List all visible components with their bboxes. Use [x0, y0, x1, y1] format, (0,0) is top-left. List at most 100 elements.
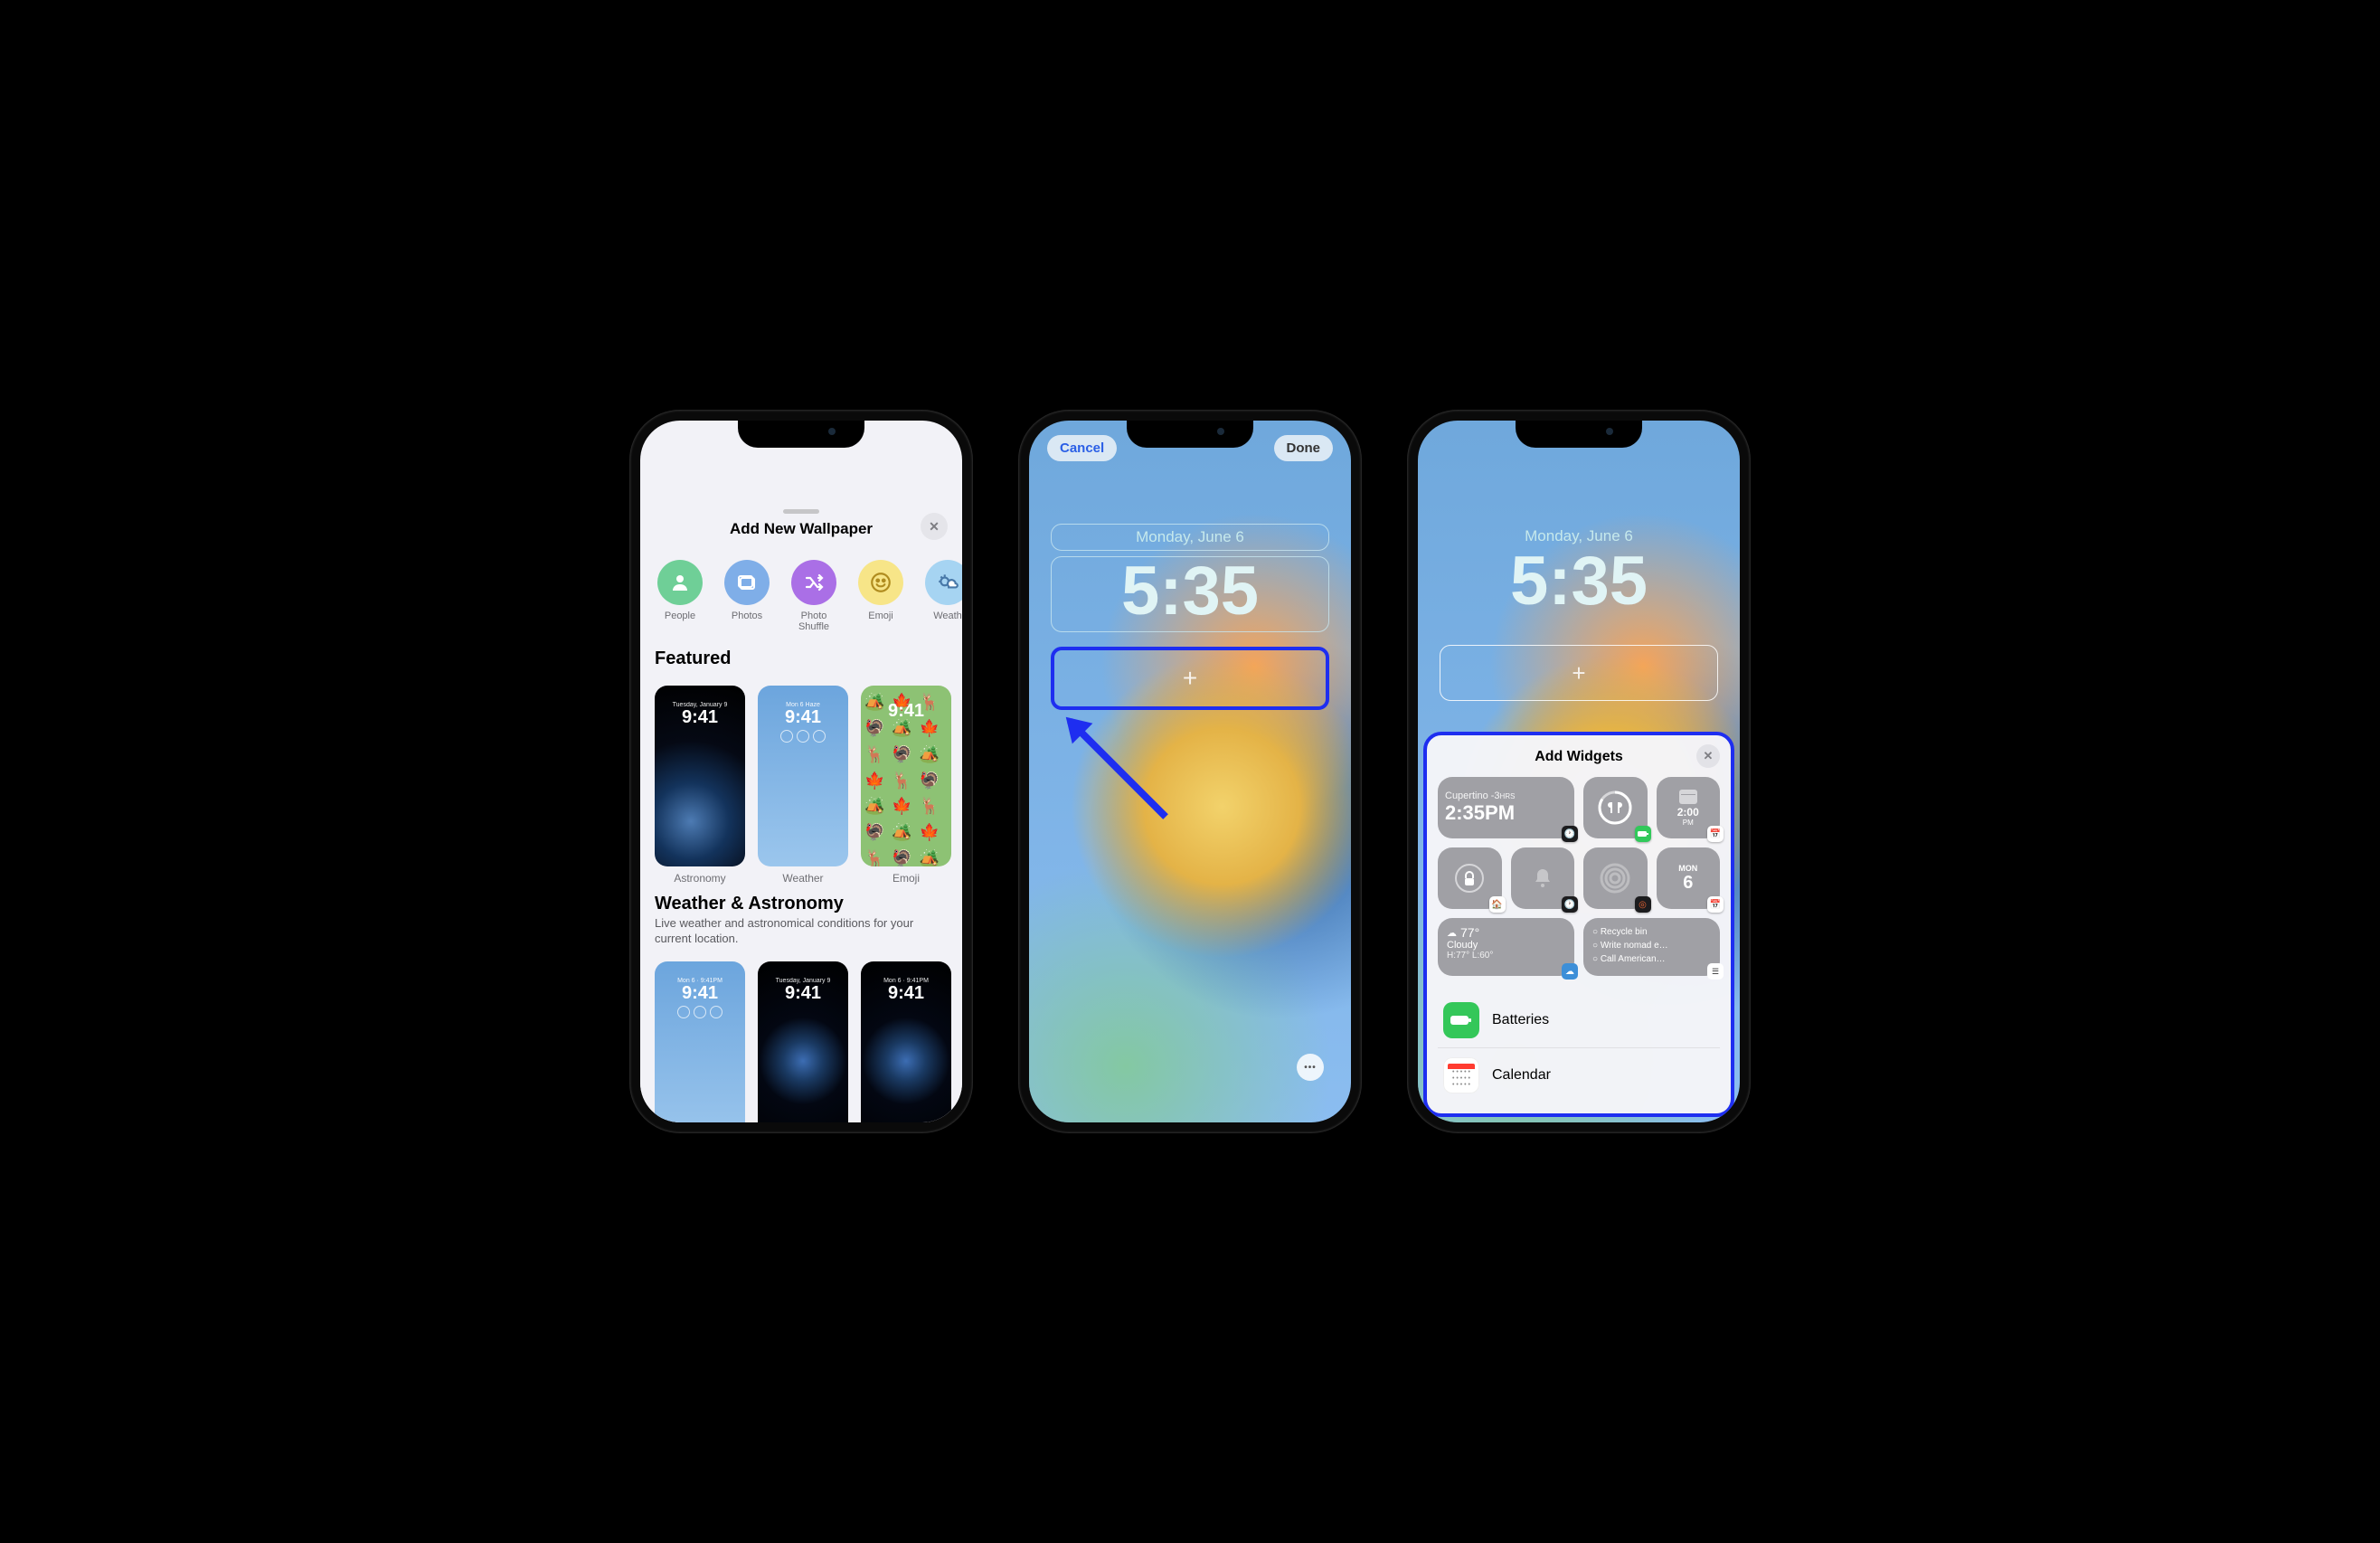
- weather-temp: 77°: [1460, 925, 1479, 940]
- category-photos[interactable]: Photos: [720, 560, 774, 632]
- rings-icon: [1599, 862, 1631, 895]
- widget-fitness[interactable]: ◎: [1583, 847, 1648, 909]
- thumb-date: Mon 6 · 9:41PM: [655, 978, 745, 984]
- thumb-preview: 9:41: [861, 686, 951, 866]
- cal-small-time: 2:00: [1677, 806, 1699, 819]
- phone-1-screen: Add New Wallpaper ✕ People Photos: [640, 421, 962, 1122]
- thumb-wa-2[interactable]: Tuesday, January 9 9:41: [758, 961, 848, 1122]
- widget-home-lock[interactable]: 🏠: [1438, 847, 1502, 909]
- featured-heading: Featured: [655, 648, 948, 669]
- calendar-icon: [1679, 790, 1697, 804]
- thumb-label: Weather: [782, 872, 823, 885]
- category-people[interactable]: People: [653, 560, 707, 632]
- widget-reminders[interactable]: ○ Recycle bin ○ Write nomad e… ○ Call Am…: [1583, 918, 1720, 976]
- cancel-button[interactable]: Cancel: [1047, 435, 1117, 461]
- notch-camera: [1217, 428, 1224, 435]
- thumb-preview: Mon 6 · 9:41PM 9:41: [655, 961, 745, 1122]
- shuffle-icon: [791, 560, 836, 605]
- thumb-weather[interactable]: Mon 6 Haze 9:41 Weather: [758, 686, 848, 885]
- add-widget-slot[interactable]: +: [1440, 645, 1718, 701]
- sheet-header: Add New Wallpaper ✕: [640, 513, 962, 545]
- thumb-wa-1[interactable]: Mon 6 · 9:41PM 9:41: [655, 961, 745, 1122]
- reminder-item: ○ Call American…: [1592, 952, 1711, 966]
- close-icon: ✕: [929, 519, 940, 535]
- add-widgets-panel: Add Widgets ✕ Cupertino -3HRS 2:35PM 🕐: [1423, 732, 1734, 1117]
- batteries-app-icon: [1635, 826, 1651, 842]
- close-icon: ✕: [1704, 749, 1714, 763]
- phone-3-screen: Monday, June 6 5:35 + Add Widgets ✕ Cupe…: [1418, 421, 1740, 1122]
- plus-icon: +: [1572, 659, 1585, 687]
- bell-icon: [1530, 866, 1555, 891]
- thumb-time: 9:41: [861, 702, 951, 720]
- phone-1-frame: Add New Wallpaper ✕ People Photos: [629, 410, 973, 1133]
- category-label: People: [665, 611, 695, 621]
- more-button[interactable]: •••: [1297, 1054, 1324, 1081]
- category-label: Photos: [732, 611, 762, 621]
- reminder-item: ○ Write nomad e…: [1592, 939, 1711, 952]
- app-row-calendar[interactable]: • • • • •• • • • •• • • • • Calendar: [1438, 1047, 1720, 1103]
- widget-app-list: Batteries • • • • •• • • • •• • • • • Ca…: [1438, 992, 1720, 1103]
- category-weather[interactable]: Weath: [921, 560, 962, 632]
- edit-top-bar: Cancel Done: [1029, 435, 1351, 461]
- thumb-time: 9:41: [655, 984, 745, 1002]
- widget-alarm[interactable]: 🕐: [1511, 847, 1575, 909]
- clock-app-icon: 🕐: [1562, 826, 1578, 842]
- featured-section: Featured: [640, 639, 962, 677]
- emoji-icon: [858, 560, 903, 605]
- sheet-title: Add New Wallpaper: [730, 520, 873, 538]
- app-label: Calendar: [1492, 1067, 1551, 1084]
- thumb-time: 9:41: [861, 984, 951, 1002]
- widget-next-event[interactable]: 2:00 PM 📅: [1657, 777, 1721, 838]
- thumb-preview: Mon 6 Haze 9:41: [758, 686, 848, 866]
- thumb-emoji[interactable]: 9:41 Emoji: [861, 686, 951, 885]
- weather-app-icon: ☁︎: [1562, 963, 1578, 980]
- phone-2-screen: Cancel Done Monday, June 6 5:35 + •••: [1029, 421, 1351, 1122]
- widget-weather-detail[interactable]: ☁︎77° Cloudy H:77° L:60° ☁︎: [1438, 918, 1574, 976]
- home-app-icon: 🏠: [1489, 896, 1506, 913]
- weather-astronomy-section: Weather & Astronomy Live weather and ast…: [640, 885, 962, 952]
- thumb-time: 9:41: [655, 708, 745, 726]
- panel-header: Add Widgets ✕: [1438, 744, 1720, 770]
- widget-world-clock[interactable]: Cupertino -3HRS 2:35PM 🕐: [1438, 777, 1574, 838]
- thumb-date: Mon 6 Haze: [758, 702, 848, 708]
- thumb-time: 9:41: [758, 708, 848, 726]
- lockscreen-time-slot[interactable]: 5:35: [1051, 556, 1329, 632]
- thumb-wa-3[interactable]: Mon 6 · 9:41PM 9:41: [861, 961, 951, 1122]
- thumb-preview: Tuesday, January 9 9:41: [655, 686, 745, 866]
- weather-astronomy-subheading: Live weather and astronomical conditions…: [655, 916, 948, 947]
- app-label: Batteries: [1492, 1012, 1549, 1028]
- category-emoji[interactable]: Emoji: [854, 560, 908, 632]
- category-photo-shuffle[interactable]: Photo Shuffle: [787, 560, 841, 632]
- cloud-icon: ☁︎: [1447, 927, 1457, 939]
- add-widget-slot-highlighted[interactable]: +: [1051, 647, 1329, 710]
- thumb-time: 9:41: [758, 984, 848, 1002]
- thumb-label: Emoji: [892, 872, 920, 885]
- calendar-app-icon: 📅: [1707, 826, 1724, 842]
- category-row: People Photos Photo Shuffle: [640, 545, 962, 639]
- cal-day: MON: [1678, 864, 1697, 873]
- airpods-icon: [1597, 790, 1633, 826]
- people-icon: [657, 560, 703, 605]
- calendar-app-icon: 📅: [1707, 896, 1724, 913]
- calendar-icon: • • • • •• • • • •• • • • •: [1443, 1057, 1479, 1093]
- thumb-astronomy[interactable]: Tuesday, January 9 9:41 Astronomy: [655, 686, 745, 885]
- lockscreen-date-slot[interactable]: Monday, June 6: [1051, 524, 1329, 551]
- thumb-date: Mon 6 · 9:41PM: [861, 978, 951, 984]
- widget-batteries[interactable]: [1583, 777, 1648, 838]
- clock-city: Cupertino: [1445, 790, 1488, 801]
- widget-date[interactable]: MON 6 📅: [1657, 847, 1721, 909]
- notch-camera: [1606, 428, 1613, 435]
- weather-hilo: H:77° L:60°: [1447, 951, 1565, 961]
- panel-close-button[interactable]: ✕: [1696, 744, 1720, 768]
- clock-offset-unit: HRS: [1500, 792, 1516, 800]
- category-label: Emoji: [868, 611, 893, 621]
- thumb-preview: Tuesday, January 9 9:41: [758, 961, 848, 1122]
- widget-grid: Cupertino -3HRS 2:35PM 🕐 2:00 PM: [1438, 777, 1720, 909]
- close-button[interactable]: ✕: [921, 513, 948, 540]
- ellipsis-icon: •••: [1304, 1063, 1317, 1073]
- phone-2-frame: Cancel Done Monday, June 6 5:35 + •••: [1018, 410, 1362, 1133]
- clock-time: 2:35PM: [1445, 801, 1567, 825]
- app-row-batteries[interactable]: Batteries: [1438, 992, 1720, 1047]
- done-button[interactable]: Done: [1274, 435, 1334, 461]
- notch-camera: [828, 428, 836, 435]
